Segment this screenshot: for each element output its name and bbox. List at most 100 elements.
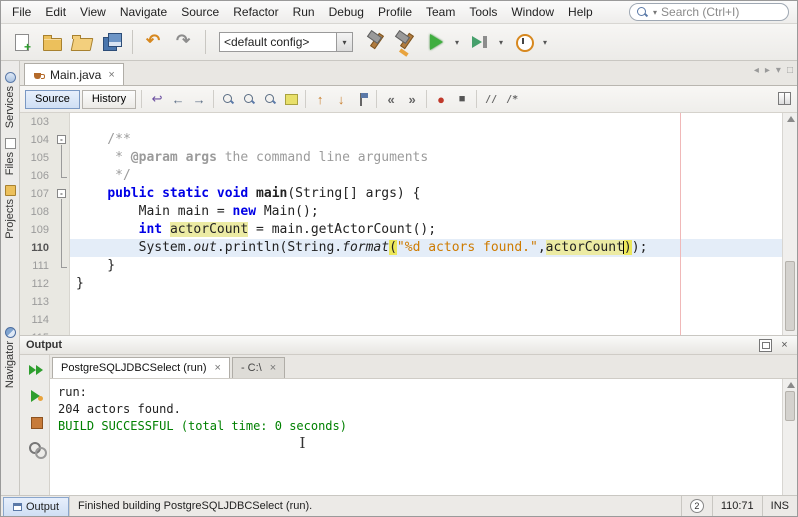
menu-view[interactable]: View	[73, 2, 113, 22]
sidebar-tab-projects[interactable]: Projects	[4, 180, 16, 244]
previous-occurrence-icon[interactable]	[310, 89, 330, 109]
collapse-fold-icon[interactable]: -	[57, 189, 66, 198]
redo-button[interactable]	[170, 28, 198, 56]
open-project-button[interactable]	[67, 28, 95, 56]
line-number[interactable]: 103	[20, 113, 54, 131]
undo-button[interactable]	[140, 28, 168, 56]
debug-project-button[interactable]	[465, 28, 493, 56]
menu-navigate[interactable]: Navigate	[113, 2, 174, 22]
maximize-window-icon[interactable]: □	[787, 65, 793, 76]
forward-icon[interactable]	[189, 89, 209, 109]
notification-cell[interactable]: 2	[681, 496, 712, 516]
scroll-tabs-left-icon[interactable]: ◂	[754, 65, 759, 76]
menu-tools[interactable]: Tools	[462, 2, 504, 22]
tab-main-java[interactable]: Main.java ×	[24, 63, 124, 85]
find-selection-icon[interactable]	[218, 89, 238, 109]
settings-button[interactable]	[25, 437, 45, 457]
line-number[interactable]: 111	[20, 257, 54, 275]
line-number[interactable]: 105	[20, 149, 54, 167]
rerun-button[interactable]	[25, 359, 45, 379]
line-number[interactable]: 108	[20, 203, 54, 221]
line-number[interactable]: 114	[20, 311, 54, 329]
toggle-bookmark-icon[interactable]	[352, 89, 372, 109]
sidebar-tab-navigator[interactable]: Navigator	[4, 322, 16, 393]
output-tab-1[interactable]: - C:\×	[232, 357, 285, 378]
notification-badge[interactable]: 2	[690, 499, 704, 513]
scrollbar-thumb[interactable]	[785, 261, 795, 331]
find-next-icon[interactable]	[260, 89, 280, 109]
output-console[interactable]: run:204 actors found.BUILD SUCCESSFUL (t…	[50, 379, 797, 495]
profile-project-button[interactable]	[509, 28, 537, 56]
config-dropdown-icon[interactable]: ▾	[337, 32, 353, 52]
scroll-tabs-right-icon[interactable]: ▸	[765, 65, 770, 76]
find-previous-icon[interactable]	[239, 89, 259, 109]
scroll-up-icon[interactable]	[787, 382, 795, 388]
output-minimized-button[interactable]: Output	[3, 497, 69, 516]
line-number[interactable]: 107	[20, 185, 54, 203]
shift-line-right-icon[interactable]	[402, 89, 422, 109]
run-project-dropdown-icon[interactable]: ▾	[451, 28, 463, 56]
code-editor[interactable]: 103104- /**105 * @param args the command…	[20, 113, 797, 335]
back-icon[interactable]	[168, 89, 188, 109]
float-window-icon[interactable]	[759, 339, 772, 352]
new-file-button[interactable]	[7, 28, 35, 56]
output-scrollbar[interactable]	[782, 379, 797, 495]
menu-file[interactable]: File	[5, 2, 38, 22]
rerun-alt-button[interactable]	[25, 385, 45, 405]
menu-refactor[interactable]: Refactor	[226, 2, 285, 22]
stop-macro-recording-icon[interactable]	[452, 89, 472, 109]
line-number[interactable]: 115	[20, 329, 54, 335]
config-combobox[interactable]: <default config>	[219, 32, 337, 52]
menu-run[interactable]: Run	[286, 2, 322, 22]
close-output-icon[interactable]: ×	[778, 339, 791, 352]
new-project-button[interactable]	[37, 28, 65, 56]
line-number[interactable]: 113	[20, 293, 54, 311]
sidebar-tab-files[interactable]: Files	[4, 133, 16, 180]
scrollbar-thumb[interactable]	[785, 391, 795, 421]
menu-source[interactable]: Source	[174, 2, 226, 22]
next-occurrence-icon[interactable]	[331, 89, 351, 109]
fold-margin[interactable]: -	[54, 131, 70, 149]
code-token: (	[389, 240, 397, 255]
close-tab-icon[interactable]: ×	[213, 362, 221, 374]
save-all-button[interactable]	[97, 28, 125, 56]
toggle-highlight-search-icon[interactable]	[281, 89, 301, 109]
line-number[interactable]: 112	[20, 275, 54, 293]
source-view-button[interactable]: Source	[25, 90, 80, 109]
tab-list-icon[interactable]: ▾	[776, 65, 781, 76]
stop-button[interactable]	[25, 411, 45, 431]
start-macro-recording-icon[interactable]	[431, 89, 451, 109]
line-number[interactable]: 106	[20, 167, 54, 185]
run-project-button[interactable]	[421, 28, 449, 56]
menu-help[interactable]: Help	[561, 2, 600, 22]
menu-edit[interactable]: Edit	[38, 2, 73, 22]
menu-team[interactable]: Team	[419, 2, 462, 22]
output-tab-0[interactable]: PostgreSQLJDBCSelect (run)×	[52, 357, 230, 378]
menu-debug[interactable]: Debug	[322, 2, 371, 22]
debug-project-dropdown-icon[interactable]: ▾	[495, 28, 507, 56]
line-number[interactable]: 109	[20, 221, 54, 239]
profile-project-dropdown-icon[interactable]: ▾	[539, 28, 551, 56]
last-edit-position-icon[interactable]	[147, 89, 167, 109]
menu-profile[interactable]: Profile	[371, 2, 419, 22]
quick-search-box[interactable]: ▾ Search (Ctrl+I)	[629, 3, 789, 21]
chevron-down-icon: ▾	[653, 8, 657, 17]
fold-margin[interactable]: -	[54, 185, 70, 203]
clean-build-project-button[interactable]	[391, 28, 419, 56]
close-tab-icon[interactable]: ×	[268, 362, 276, 374]
comment-lines-icon[interactable]	[481, 89, 501, 109]
menu-window[interactable]: Window	[504, 2, 561, 22]
split-editor-icon[interactable]	[778, 92, 791, 105]
line-number[interactable]: 104	[20, 131, 54, 149]
history-view-button[interactable]: History	[82, 90, 136, 109]
line-number[interactable]: 110	[20, 239, 54, 257]
scroll-up-icon[interactable]	[787, 116, 795, 122]
shift-line-left-icon[interactable]	[381, 89, 401, 109]
editor-scrollbar[interactable]	[782, 113, 797, 335]
build-project-button[interactable]	[361, 28, 389, 56]
close-tab-icon[interactable]: ×	[106, 69, 114, 81]
collapse-fold-icon[interactable]: -	[57, 135, 66, 144]
sidebar-tab-services[interactable]: Services	[4, 67, 16, 133]
uncomment-lines-icon[interactable]	[502, 89, 522, 109]
output-line: BUILD SUCCESSFUL (total time: 0 seconds)	[58, 418, 789, 435]
